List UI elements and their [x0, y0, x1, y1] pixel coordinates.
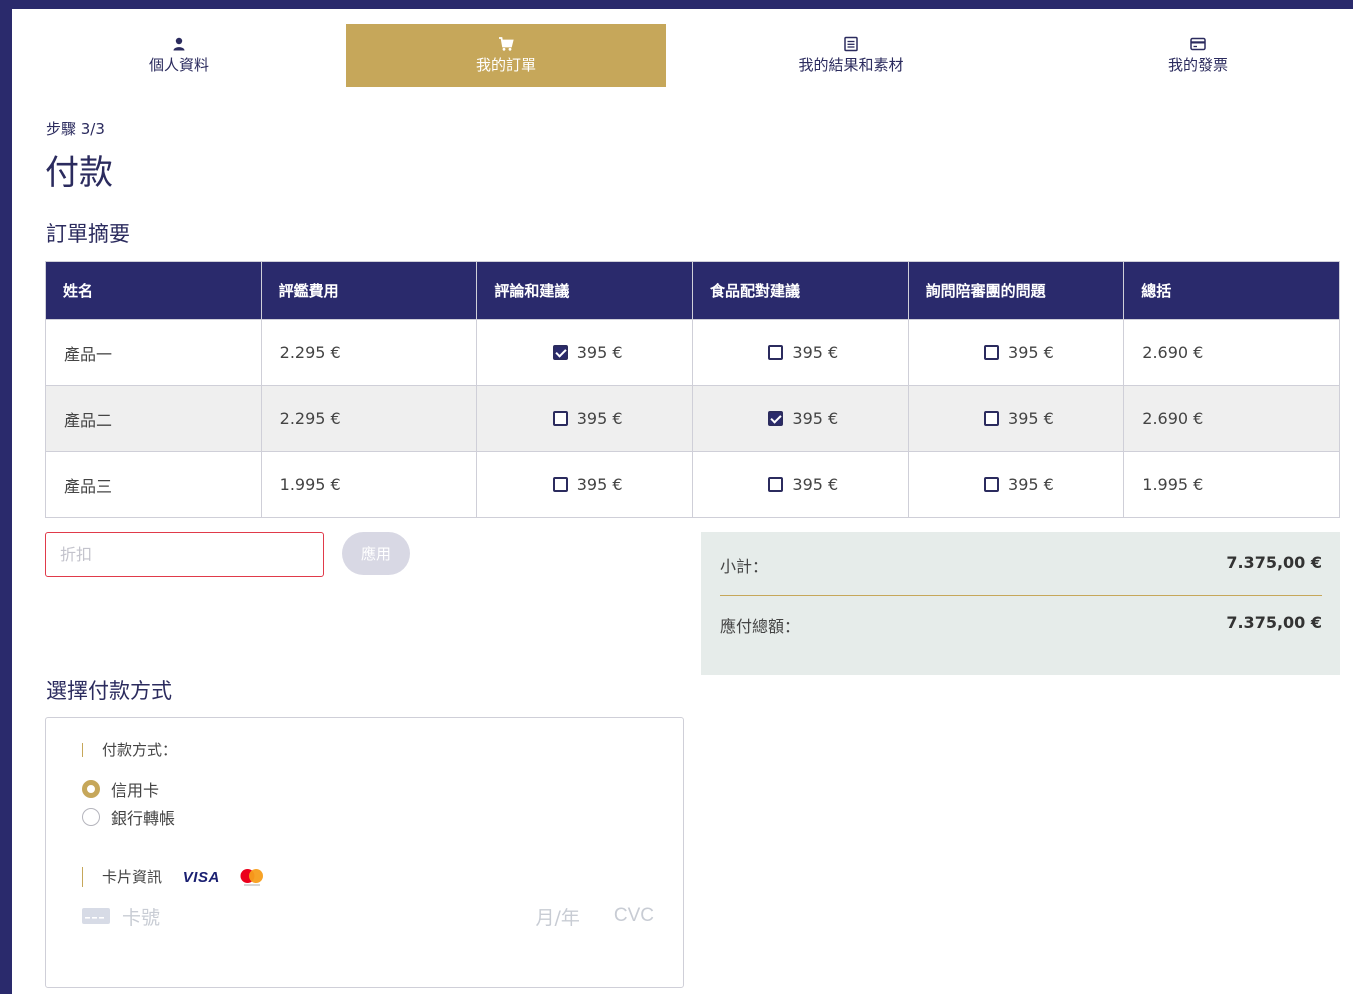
checkbox[interactable] — [984, 345, 1000, 360]
subtotal-row: 小計： 7.375,00 € — [720, 553, 1322, 577]
card-number-field[interactable]: 卡號 — [122, 903, 535, 930]
radio-button[interactable] — [82, 808, 100, 826]
visa-logo: VISA — [182, 869, 220, 886]
subtotal-value: 7.375,00 € — [1226, 553, 1322, 572]
order-summary-heading: 訂單摘要 — [46, 222, 130, 246]
step-indicator: 步驟 3/3 — [46, 120, 105, 138]
tab-profile[interactable]: 個人資料 — [12, 24, 346, 87]
table-row: 產品一 2.295 € 395 € 395 € 395 € 2.690 € — [45, 319, 1340, 386]
checkbox[interactable] — [768, 477, 784, 492]
credit-card-icon — [82, 908, 110, 924]
apply-discount-button[interactable]: 應用 — [342, 532, 410, 575]
divider — [720, 595, 1322, 596]
comments-option: 395 € — [476, 319, 693, 386]
checkbox[interactable] — [984, 477, 1000, 492]
comments-option: 395 € — [476, 385, 693, 452]
payment-option-bank-transfer[interactable]: 銀行轉帳 — [82, 805, 175, 829]
tab-my-invoices[interactable]: 我的發票 — [1024, 24, 1353, 87]
checkbox[interactable] — [552, 345, 568, 360]
checkbox[interactable] — [552, 411, 568, 426]
payment-box: 付款方式： 信用卡 銀行轉帳 卡片資訊 VISA 卡號 月/年 CVC — [45, 717, 684, 988]
tab-label: 個人資料 — [148, 56, 209, 74]
order-totals: 小計： 7.375,00 € 應付總額： 7.375,00 € — [701, 532, 1340, 675]
option-price: 395 € — [792, 343, 839, 362]
total-label: 應付總額： — [720, 617, 801, 636]
row-total: 2.690 € — [1123, 319, 1340, 386]
payment-method-label: 付款方式： — [82, 743, 177, 758]
option-price: 395 € — [792, 409, 839, 428]
checkbox[interactable] — [768, 345, 784, 360]
option-price: 395 € — [576, 343, 623, 362]
checkbox[interactable] — [552, 477, 568, 492]
table-row: 產品三 1.995 € 395 € 395 € 395 € 1.995 € — [45, 451, 1340, 518]
product-name: 產品二 — [45, 385, 262, 452]
column-header: 姓名 — [45, 261, 262, 320]
card-input-row: 卡號 月/年 CVC — [82, 903, 654, 930]
page-title: 付款 — [45, 153, 113, 193]
column-header: 評鑑費用 — [260, 261, 478, 320]
row-total: 2.690 € — [1123, 385, 1340, 452]
payment-option-credit-card[interactable]: 信用卡 — [82, 777, 159, 801]
option-price: 395 € — [1008, 409, 1054, 428]
food-pairing-option: 395 € — [691, 451, 909, 518]
checkbox[interactable] — [768, 411, 784, 426]
discount-input[interactable] — [45, 532, 324, 577]
jury-question-option: 395 € — [907, 385, 1125, 452]
total-row: 應付總額： 7.375,00 € — [720, 613, 1322, 637]
card-icon — [1190, 37, 1206, 51]
row-total: 1.995 € — [1123, 451, 1340, 518]
order-table: 姓名 評鑑費用 評論和建議 食品配對建議 詢問陪審團的問題 總括 產品一 2.2… — [45, 261, 1340, 518]
subtotal-label: 小計： — [720, 557, 769, 576]
card-info-label: 卡片資訊 VISA — [82, 867, 267, 887]
column-header: 總括 — [1123, 261, 1340, 320]
page: 個人資料 我的訂單 我的結果和素材 我的發票 步驟 3/3 付款 訂單摘要 姓名… — [12, 9, 1353, 994]
cvc-field[interactable]: CVC — [614, 905, 654, 927]
tab-label: 我的訂單 — [475, 56, 536, 74]
jury-question-option: 395 € — [907, 451, 1125, 518]
product-name: 產品一 — [45, 319, 262, 386]
tab-my-orders[interactable]: 我的訂單 — [346, 24, 666, 87]
tab-label: 我的結果和素材 — [798, 56, 904, 74]
option-price: 395 € — [1008, 343, 1054, 362]
food-pairing-option: 395 € — [691, 319, 909, 386]
card-info-text: 卡片資訊 — [102, 868, 163, 886]
column-header: 評論和建議 — [476, 261, 693, 320]
document-icon — [844, 36, 858, 52]
checkbox[interactable] — [984, 411, 1000, 426]
table-header-row: 姓名 評鑑費用 評論和建議 食品配對建議 詢問陪審團的問題 總括 — [45, 261, 1340, 320]
payment-option-label: 信用卡 — [111, 781, 160, 800]
evaluation-fee: 2.295 € — [260, 319, 478, 386]
column-header: 詢問陪審團的問題 — [907, 261, 1125, 320]
payment-heading: 選擇付款方式 — [46, 679, 172, 703]
jury-question-option: 395 € — [907, 319, 1125, 386]
radio-button[interactable] — [82, 780, 100, 798]
payment-option-label: 銀行轉帳 — [111, 809, 176, 828]
option-price: 395 € — [792, 475, 839, 494]
total-value: 7.375,00 € — [1226, 613, 1322, 632]
product-name: 產品三 — [45, 451, 262, 518]
evaluation-fee: 2.295 € — [260, 385, 478, 452]
comments-option: 395 € — [476, 451, 693, 518]
tab-label: 我的發票 — [1167, 56, 1228, 74]
option-price: 395 € — [576, 409, 623, 428]
expiry-field[interactable]: 月/年 — [535, 903, 579, 930]
option-price: 395 € — [576, 475, 623, 494]
food-pairing-option: 395 € — [691, 385, 909, 452]
table-row: 產品二 2.295 € 395 € 395 € 395 € 2.690 € — [45, 385, 1340, 452]
column-header: 食品配對建議 — [691, 261, 909, 320]
tab-results-materials[interactable]: 我的結果和素材 — [678, 24, 1024, 87]
mastercard-icon — [240, 869, 263, 886]
cart-icon — [499, 37, 514, 51]
option-price: 395 € — [1008, 475, 1054, 494]
user-icon — [173, 37, 185, 51]
evaluation-fee: 1.995 € — [260, 451, 478, 518]
